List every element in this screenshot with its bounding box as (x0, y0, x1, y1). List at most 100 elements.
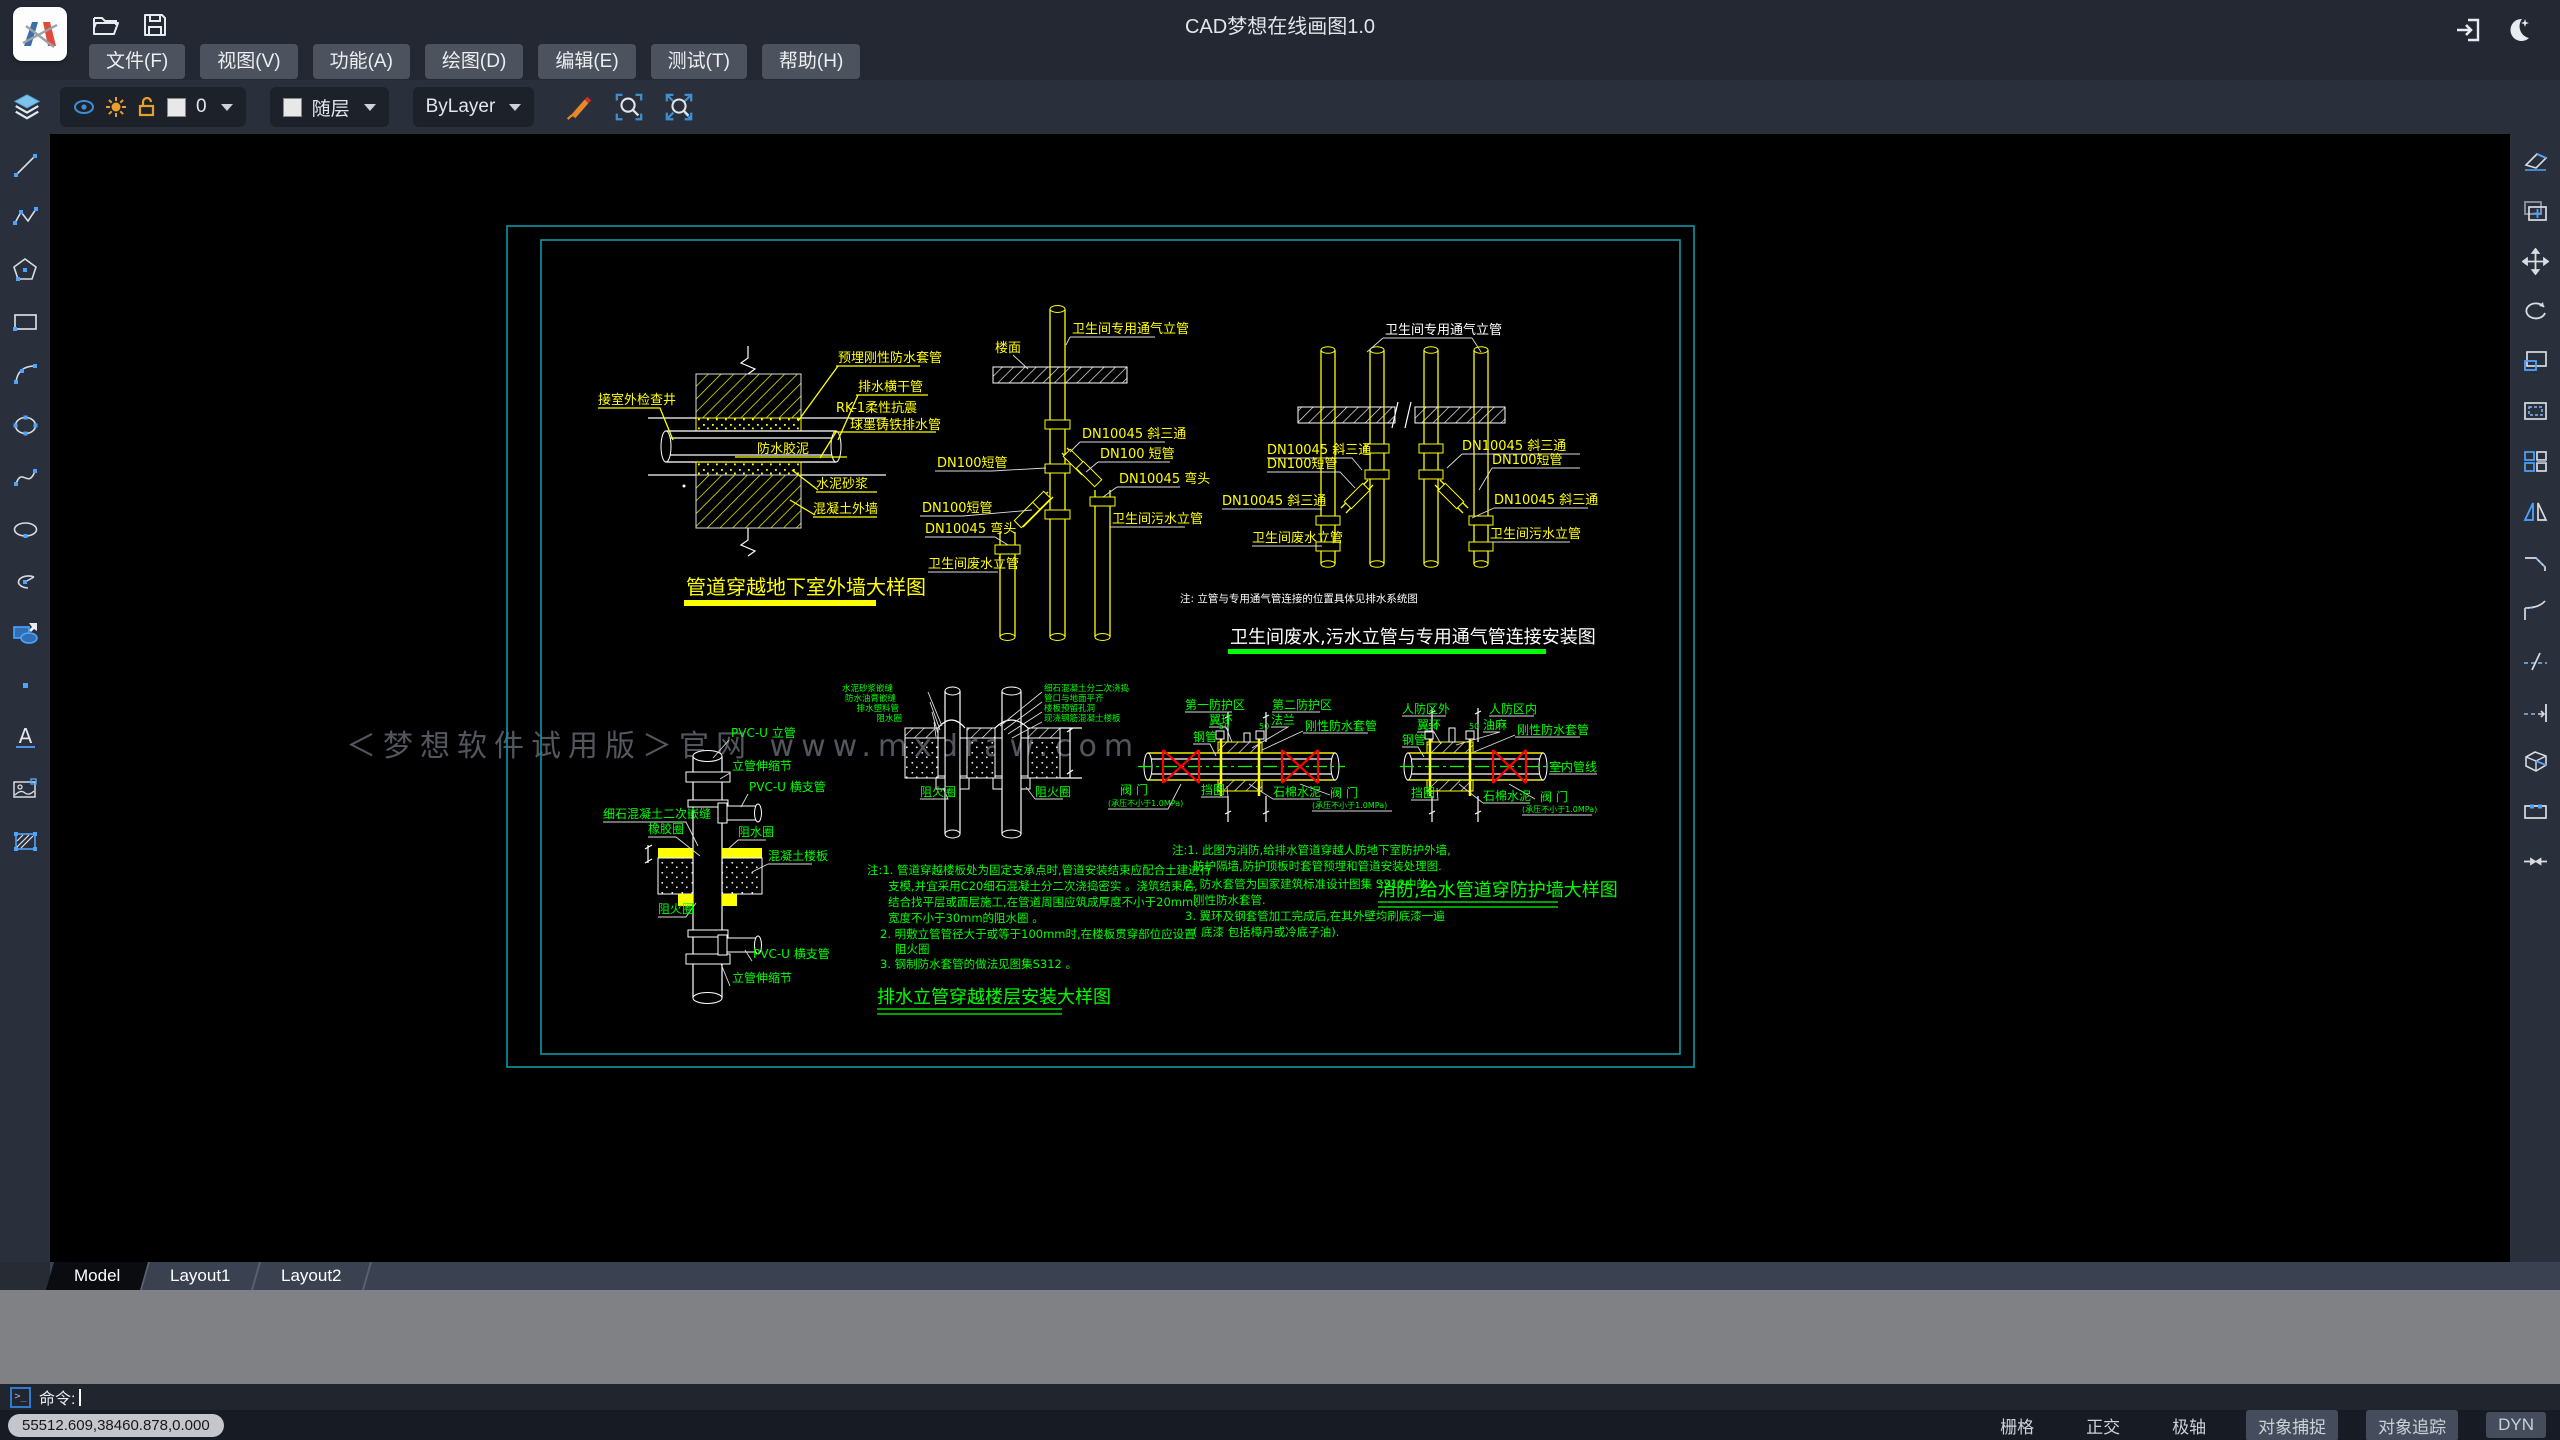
linetype-control[interactable]: ByLayer (413, 87, 535, 127)
tool-mirror-icon[interactable] (2520, 496, 2550, 526)
svg-text:阻火圈: 阻火圈 (920, 785, 956, 799)
svg-text:防护隔墙,防护顶板时套管预埋和管道安装处理图.: 防护隔墙,防护顶板时套管预埋和管道安装处理图. (1193, 859, 1442, 873)
tool-erase-icon[interactable] (2520, 146, 2550, 176)
svg-text:DN100短管: DN100短管 (922, 501, 993, 516)
status-toggles: 栅格 正交 极轴 对象捕捉 对象追踪 DYN (1988, 1410, 2546, 1440)
toggle-dyn[interactable]: DYN (2486, 1412, 2546, 1438)
tool-hatch-icon[interactable] (10, 826, 40, 856)
toggle-grid[interactable]: 栅格 (1988, 1410, 2046, 1440)
tool-explode-icon[interactable] (2520, 746, 2550, 776)
tab-layout2[interactable]: Layout2 (253, 1262, 372, 1290)
menu-edit[interactable]: 编辑(E) (538, 44, 635, 79)
tool-scale-icon[interactable] (2520, 346, 2550, 376)
tool-chamfer-icon[interactable] (2520, 546, 2550, 576)
svg-text:钢管: 钢管 (1402, 732, 1426, 747)
svg-text:刚性防水套管.: 刚性防水套管. (1193, 893, 1266, 907)
draw-pencil-icon[interactable] (564, 92, 594, 122)
layer-control[interactable]: 0 (60, 87, 246, 127)
detail3-note: 注: 立管与专用通气管连接的位置具体见排水系统图 (1180, 592, 1418, 605)
menu-help[interactable]: 帮助(H) (762, 44, 860, 79)
tool-stretch-icon[interactable] (2520, 396, 2550, 426)
current-color-swatch[interactable] (283, 98, 302, 117)
tool-spline-icon[interactable] (10, 462, 40, 492)
toggle-polar[interactable]: 极轴 (2160, 1410, 2218, 1440)
color-dropdown-caret[interactable] (364, 104, 376, 111)
tool-break-at-point-icon[interactable] (2520, 796, 2550, 826)
layer-unlock-icon[interactable] (137, 96, 157, 118)
tool-join-icon[interactable] (2520, 846, 2550, 876)
tool-ellipse-icon[interactable] (10, 514, 40, 544)
svg-text:阀 门: 阀 门 (1330, 785, 1358, 800)
svg-text:RK-1柔性抗震: RK-1柔性抗震 (836, 401, 917, 416)
tool-circle-icon[interactable] (10, 410, 40, 440)
color-control[interactable]: 随层 (270, 87, 389, 127)
svg-text:注:1. 管道穿越楼板处为固定支承点时,管道安装结束应配合土: 注:1. 管道穿越楼板处为固定支承点时,管道安装结束应配合土建进行 (867, 863, 1211, 877)
layer-freeze-sun-icon[interactable] (105, 96, 127, 118)
detail-stack-connections: 卫生间专用通气立管 DN10045 斜三通 DN100短管 DN10045 斜三… (1180, 322, 1598, 654)
tool-rectangle-icon[interactable] (10, 306, 40, 336)
tool-array-icon[interactable] (2520, 446, 2550, 476)
menu-function[interactable]: 功能(A) (313, 44, 410, 79)
svg-text:挡圈: 挡圈 (1201, 783, 1225, 797)
svg-text:A: A (18, 724, 32, 748)
svg-text:DN100短管: DN100短管 (1492, 453, 1563, 468)
tool-move-icon[interactable] (2520, 246, 2550, 276)
svg-text:立管伸缩节: 立管伸缩节 (732, 970, 792, 985)
layer-visibility-eye-icon[interactable] (73, 96, 95, 118)
command-line[interactable]: >_ 命令: (0, 1384, 2560, 1410)
svg-text:(承压不小于1.0MPa): (承压不小于1.0MPa) (1522, 805, 1597, 814)
login-icon[interactable] (2454, 15, 2484, 45)
tool-line-icon[interactable] (10, 150, 40, 180)
linetype-value: ByLayer (426, 96, 496, 118)
tool-ellipse-arc-icon[interactable] (10, 566, 40, 596)
tool-break-icon[interactable] (2520, 646, 2550, 676)
title-bar: CAD梦想在线画图1.0 文件(F) 视图(V) 功能(A) 绘图(D) 编辑(… (0, 0, 2560, 80)
zoom-window-icon[interactable] (614, 92, 644, 122)
tab-layout1[interactable]: Layout1 (142, 1262, 261, 1290)
layer-color-swatch[interactable] (167, 98, 186, 117)
menu-test[interactable]: 测试(T) (651, 44, 747, 79)
toggle-ortho[interactable]: 正交 (2074, 1410, 2132, 1440)
menu-file[interactable]: 文件(F) (89, 44, 185, 79)
tool-rotate-icon[interactable] (2520, 296, 2550, 326)
svg-text:人防区外: 人防区外 (1402, 701, 1450, 716)
svg-text:卫生间专用通气立管: 卫生间专用通气立管 (1072, 321, 1189, 337)
tool-insert-block-icon[interactable] (10, 618, 40, 648)
svg-text:楼板预留孔洞: 楼板预留孔洞 (1044, 703, 1095, 714)
svg-text:石棉水泥: 石棉水泥 (1483, 789, 1531, 803)
tool-copy-icon[interactable] (2520, 196, 2550, 226)
detail-protective-wall-one-valve: 50 50 人防区外 人防区内 翼环 油麻 刚性防水套管 (1172, 701, 1618, 939)
svg-text:细石混凝土分二次浇捣: 细石混凝土分二次浇捣 (1044, 683, 1129, 694)
command-history-panel[interactable] (0, 1290, 2560, 1384)
detail1-title: 管道穿越地下室外墙大样图 (686, 575, 926, 599)
svg-text:支模,并宜采用C20细石混凝土分二次浇捣密实 。浇筑结束后,: 支模,并宜采用C20细石混凝土分二次浇捣密实 。浇筑结束后, (888, 879, 1198, 893)
tool-polyline-icon[interactable] (10, 202, 40, 232)
toggle-osnap[interactable]: 对象捕捉 (2246, 1410, 2338, 1440)
svg-text:油麻: 油麻 (1483, 717, 1507, 732)
linetype-dropdown-caret[interactable] (509, 104, 521, 111)
svg-text:刚性防水套管: 刚性防水套管 (1517, 722, 1589, 737)
tool-text-icon[interactable]: A (10, 722, 40, 752)
dark-mode-icon[interactable] (2502, 15, 2532, 45)
tool-arc-icon[interactable] (10, 358, 40, 388)
detail3-title: 卫生间废水,污水立管与专用通气管连接安装图 (1230, 627, 1596, 648)
svg-text:阻水圈: 阻水圈 (876, 713, 902, 724)
detail5-title: 排水立管穿越楼层安装大样图 (877, 987, 1111, 1008)
menu-draw[interactable]: 绘图(D) (425, 44, 523, 79)
menu-view[interactable]: 视图(V) (200, 44, 297, 79)
layers-icon[interactable] (12, 92, 42, 122)
layer-dropdown-caret[interactable] (221, 104, 233, 111)
zoom-extents-icon[interactable] (664, 92, 694, 122)
svg-text:室内管线: 室内管线 (1549, 759, 1597, 774)
command-prompt-label: 命令: (39, 1385, 75, 1409)
svg-text:DN10045 弯头: DN10045 弯头 (1119, 471, 1210, 487)
tool-point-icon[interactable] (10, 670, 40, 700)
tab-model[interactable]: Model (46, 1262, 150, 1290)
tool-fillet-icon[interactable] (2520, 596, 2550, 626)
tool-extend-icon[interactable] (2520, 696, 2550, 726)
tool-image-icon[interactable] (10, 774, 40, 804)
detail7-title: 消防,给水管道穿防护墙大样图 (1378, 880, 1618, 901)
drawing-canvas[interactable]: ＜梦想软件试用版＞官网 www.mxdraw.com (50, 134, 2510, 1262)
tool-polygon-icon[interactable] (10, 254, 40, 284)
toggle-otrack[interactable]: 对象追踪 (2366, 1410, 2458, 1440)
